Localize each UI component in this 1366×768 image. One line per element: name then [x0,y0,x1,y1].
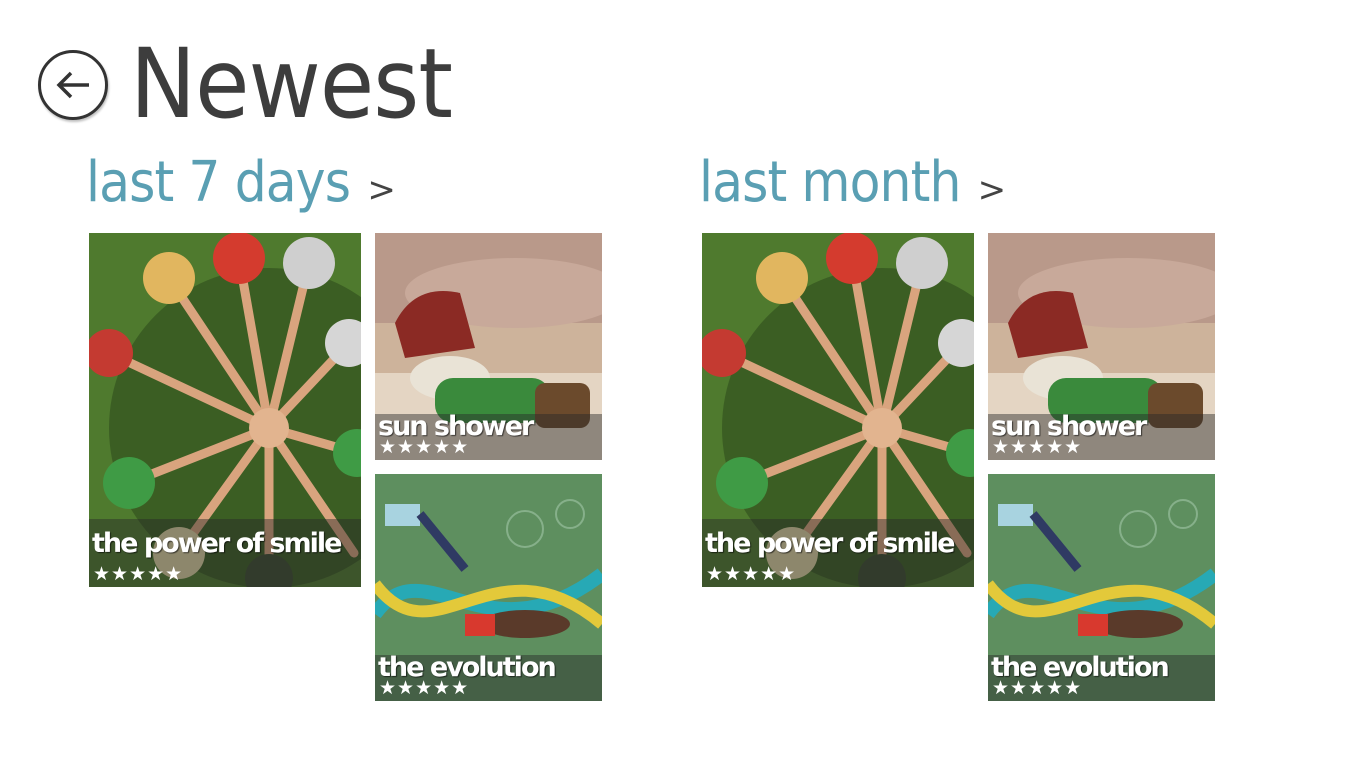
rating-stars: ★★★★★ [992,677,1083,699]
rating-stars: ★★★★★ [93,563,184,585]
tile-the-evolution[interactable]: the evolution ★★★★★ [988,474,1215,701]
rating-stars: ★★★★★ [379,436,470,458]
rating-stars: ★★★★★ [379,677,470,699]
back-button[interactable] [38,50,108,120]
group-header-last-7-days[interactable]: last 7 days > [86,150,396,230]
rating-stars: ★★★★★ [706,563,797,585]
tile-sun-shower[interactable]: sun shower ★★★★★ [988,233,1215,460]
tile-the-power-of-smile[interactable]: the power of smile ★★★★★ [702,233,974,587]
page-title: Newest [130,28,453,140]
group-last-month: last month > [699,150,1006,230]
tile-title: the power of smile [92,528,342,559]
tile-title: the power of smile [705,528,955,559]
chevron-right-icon: > [367,170,396,210]
rating-stars: ★★★★★ [992,436,1083,458]
chevron-right-icon: > [977,170,1007,210]
group-last-7-days: last 7 days > [86,150,396,230]
group-header-last-month[interactable]: last month > [699,150,1006,230]
tile-sun-shower[interactable]: sun shower ★★★★★ [375,233,602,460]
group-title: last 7 days [86,150,351,215]
tile-the-evolution[interactable]: the evolution ★★★★★ [375,474,602,701]
group-title: last month [699,150,961,215]
tile-the-power-of-smile[interactable]: the power of smile ★★★★★ [89,233,361,587]
back-arrow-icon [56,71,89,99]
